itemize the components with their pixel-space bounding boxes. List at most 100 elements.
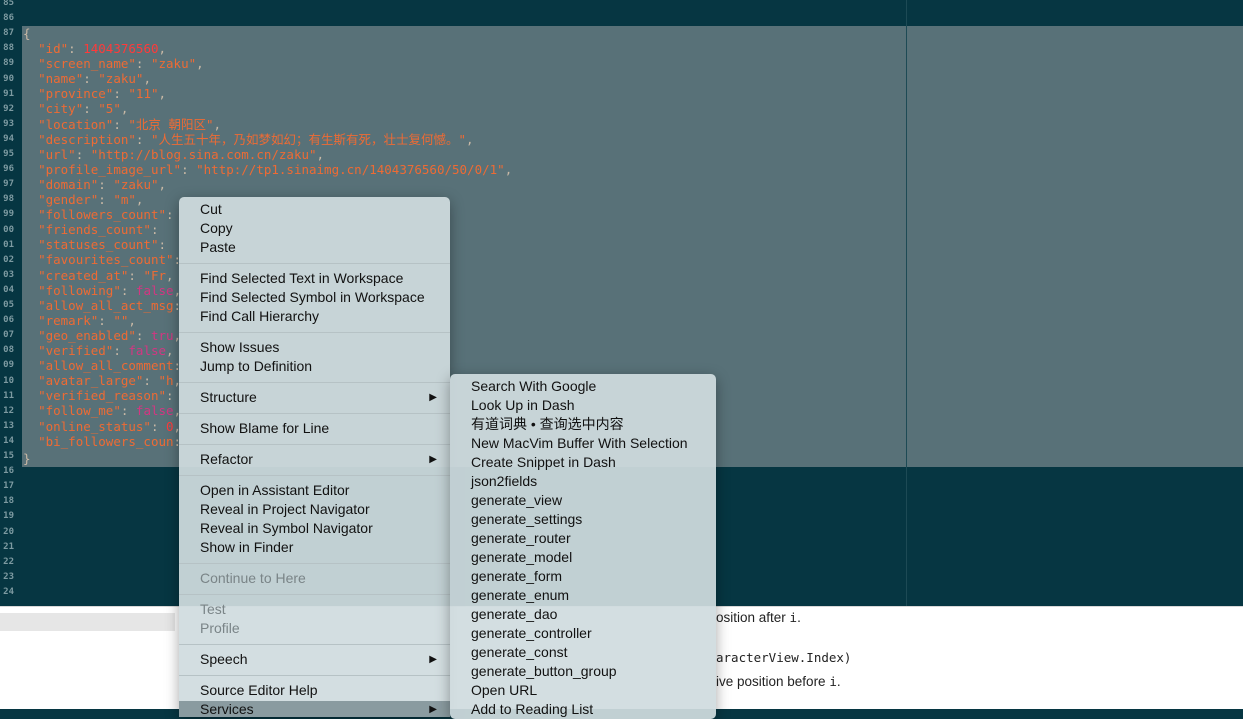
- doc-panel-tab: [0, 613, 175, 631]
- line-number: 90: [3, 73, 14, 84]
- menu-item-find-selected-text[interactable]: Find Selected Text in Workspace: [200, 269, 403, 288]
- code-line: "bi_followers_coun:: [38, 433, 182, 449]
- submenu-arrow-icon: ▶: [429, 654, 437, 665]
- menu-item-cut[interactable]: Cut: [200, 200, 222, 219]
- service-item[interactable]: Search With Google: [471, 377, 596, 396]
- line-number: 03: [3, 269, 14, 280]
- services-submenu: Search With Google Look Up in Dash 有道词典 • …: [450, 374, 716, 719]
- menu-item-find-call-hierarchy[interactable]: Find Call Hierarchy: [200, 307, 319, 326]
- line-number: 12: [3, 405, 14, 416]
- service-item[interactable]: 有道词典 • 查询选中内容: [471, 415, 624, 434]
- code-line: "city": "5",: [38, 101, 129, 117]
- service-item[interactable]: Open URL: [471, 681, 537, 700]
- menu-item-show-in-finder[interactable]: Show in Finder: [200, 538, 293, 557]
- menu-item-find-selected-symbol[interactable]: Find Selected Symbol in Workspace: [200, 288, 425, 307]
- code-line: "avatar_large": "h,: [38, 373, 182, 389]
- line-number: 96: [3, 164, 14, 175]
- menu-item-reveal-project-navigator[interactable]: Reveal in Project Navigator: [200, 500, 370, 519]
- menu-item-profile: Profile: [200, 620, 240, 636]
- code-line: "created_at": "Fr,: [38, 267, 174, 283]
- service-item[interactable]: generate_view: [471, 491, 562, 510]
- code-line: "url": "http://blog.sina.com.cn/zaku",: [38, 146, 325, 162]
- menu-item-structure[interactable]: Structure: [200, 388, 257, 407]
- line-number: 87: [3, 28, 14, 39]
- menu-separator: [179, 332, 450, 333]
- code-line: "profile_image_url": "http://tp1.sinaimg…: [38, 161, 513, 177]
- line-number: 17: [3, 481, 14, 492]
- menu-item-paste[interactable]: Paste: [200, 238, 236, 257]
- service-item[interactable]: generate_enum: [471, 586, 569, 605]
- line-number: 98: [3, 194, 14, 205]
- service-item[interactable]: generate_settings: [471, 510, 582, 529]
- page-guide-line: [906, 0, 907, 606]
- submenu-arrow-icon: ▶: [429, 454, 437, 465]
- line-number: 14: [3, 435, 14, 446]
- line-number: 16: [3, 466, 14, 477]
- service-item[interactable]: generate_const: [471, 643, 568, 662]
- line-number: 04: [3, 284, 14, 295]
- menu-item-refactor[interactable]: Refactor: [200, 450, 253, 469]
- service-item[interactable]: generate_router: [471, 529, 571, 548]
- code-line: "description": "人生五十年，乃如梦如幻；有生斯有死，壮士复何憾。…: [38, 131, 474, 147]
- doc-line-3: ive position before i.: [716, 674, 841, 689]
- menu-separator: [179, 675, 450, 676]
- code-line: "online_status": 0,: [38, 418, 182, 434]
- submenu-arrow-icon: ▶: [429, 392, 437, 403]
- line-number-gutter: 85 86 87 88 89 90 91 92 93 94 95 96 97 98 99 00 01 02 03 04…: [0, 0, 14, 606]
- service-item[interactable]: generate_form: [471, 567, 562, 586]
- line-number: 89: [3, 58, 14, 69]
- line-number: 15: [3, 451, 14, 461]
- menu-item-reveal-symbol-navigator[interactable]: Reveal in Symbol Navigator: [200, 519, 373, 538]
- menu-separator: [179, 263, 450, 264]
- line-number: 91: [3, 88, 14, 99]
- menu-separator: [179, 644, 450, 645]
- line-number: 86: [3, 13, 14, 24]
- menu-item-show-blame[interactable]: Show Blame for Line: [200, 419, 329, 438]
- code-line: "follow_me": false,: [38, 403, 182, 419]
- menu-item-services[interactable]: Services: [200, 700, 254, 719]
- menu-separator: [179, 475, 450, 476]
- menu-separator: [179, 594, 450, 595]
- service-item[interactable]: generate_button_group: [471, 662, 617, 681]
- code-line: "following": false,: [38, 282, 182, 298]
- menu-separator: [179, 444, 450, 445]
- line-number: 22: [3, 556, 14, 567]
- code-line: "verified": false,: [38, 343, 174, 358]
- service-item[interactable]: Create Snippet in Dash: [471, 453, 616, 472]
- service-item[interactable]: New MacVim Buffer With Selection: [471, 434, 688, 453]
- menu-item-source-editor-help[interactable]: Source Editor Help: [200, 681, 318, 700]
- line-number: 99: [3, 209, 14, 220]
- menu-item-show-issues[interactable]: Show Issues: [200, 338, 279, 357]
- code-line: "id": 1404376560,: [38, 41, 167, 56]
- code-line: "followers_count":: [38, 207, 182, 223]
- close-brace: }: [23, 451, 31, 466]
- line-number: 09: [3, 360, 14, 371]
- menu-item-continue-to-here: Continue to Here: [200, 570, 306, 586]
- line-number: 94: [3, 133, 14, 144]
- menu-separator: [179, 413, 450, 414]
- line-number: 88: [3, 43, 14, 54]
- line-number: 97: [3, 179, 14, 190]
- service-item[interactable]: Look Up in Dash: [471, 396, 575, 415]
- line-number: 10: [3, 375, 14, 386]
- menu-item-jump-to-definition[interactable]: Jump to Definition: [200, 357, 312, 376]
- open-brace: {: [23, 26, 31, 41]
- line-number: 18: [3, 496, 14, 507]
- menu-item-speech[interactable]: Speech: [200, 650, 247, 669]
- menu-item-copy[interactable]: Copy: [200, 219, 233, 238]
- service-item[interactable]: generate_model: [471, 548, 572, 567]
- service-item[interactable]: generate_dao: [471, 605, 557, 624]
- line-number: 05: [3, 300, 14, 310]
- menu-separator: [179, 563, 450, 564]
- context-menu: Cut Copy Paste Find Selected Text in Wor…: [179, 197, 450, 717]
- code-line: "province": "11",: [38, 86, 167, 102]
- code-line: "remark": "",: [38, 312, 136, 328]
- code-line: "friends_count":: [38, 222, 167, 238]
- line-number: 13: [3, 420, 14, 431]
- code-line: "allow_all_comment:: [38, 358, 182, 374]
- service-item[interactable]: generate_controller: [471, 624, 592, 643]
- menu-item-open-assistant-editor[interactable]: Open in Assistant Editor: [200, 481, 349, 500]
- code-line: "screen_name": "zaku",: [38, 56, 204, 72]
- service-item[interactable]: Add to Reading List: [471, 700, 593, 719]
- service-item[interactable]: json2fields: [471, 472, 537, 491]
